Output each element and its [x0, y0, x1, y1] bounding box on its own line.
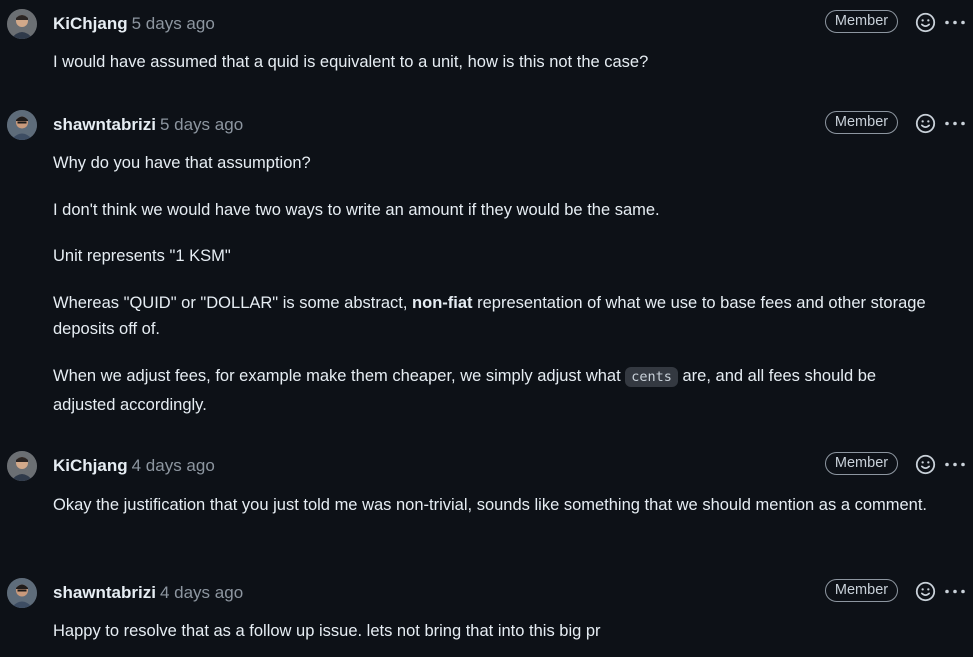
kebab-icon[interactable]: [944, 113, 966, 134]
smiley-icon[interactable]: [915, 581, 936, 602]
kebab-icon[interactable]: [944, 12, 966, 33]
comment-2: shawntabrizi 5 days ago Member Why do you…: [0, 110, 973, 414]
comment-header: KiChjang 5 days ago Member: [0, 9, 973, 39]
comment-header: KiChjang 4 days ago Member: [0, 451, 973, 481]
comment-timestamp[interactable]: 4 days ago: [160, 583, 243, 602]
member-badge: Member: [825, 579, 898, 602]
inline-code: cents: [625, 367, 678, 387]
smiley-icon[interactable]: [915, 113, 936, 134]
kebab-icon[interactable]: [944, 581, 966, 602]
comment-header: shawntabrizi 5 days ago Member: [0, 110, 973, 140]
member-badge: Member: [825, 111, 898, 134]
comment-text: Happy to resolve that as a follow up iss…: [53, 622, 601, 640]
comment-text: I would have assumed that a quid is equi…: [53, 53, 649, 71]
comment-timestamp[interactable]: 5 days ago: [160, 115, 243, 134]
comment-text: I don't think we would have two ways to …: [53, 201, 660, 219]
comment-3: KiChjang 4 days ago Member Okay the justi…: [0, 451, 973, 514]
comment-author[interactable]: shawntabrizi 4 days ago: [53, 580, 243, 606]
member-badge: Member: [825, 10, 898, 33]
comment-4: shawntabrizi 4 days ago Member Happy to r…: [0, 578, 973, 640]
avatar[interactable]: [7, 9, 37, 39]
comment-text: Unit represents "1 KSM": [53, 247, 231, 265]
comment-body: Happy to resolve that as a follow up iss…: [53, 619, 933, 644]
comment-author[interactable]: shawntabrizi 5 days ago: [53, 112, 243, 138]
comment-body: Okay the justification that you just tol…: [53, 492, 933, 518]
comment-timestamp[interactable]: 5 days ago: [132, 14, 215, 33]
comment-header: shawntabrizi 4 days ago Member: [0, 578, 973, 608]
smiley-icon[interactable]: [915, 454, 936, 475]
kebab-icon[interactable]: [944, 454, 966, 475]
avatar[interactable]: [7, 110, 37, 140]
avatar[interactable]: [7, 578, 37, 608]
smiley-icon[interactable]: [915, 12, 936, 33]
comment-author[interactable]: KiChjang 4 days ago: [53, 453, 215, 479]
bold-text: non-fiat: [412, 294, 473, 312]
avatar[interactable]: [7, 451, 37, 481]
comment-text: Why do you have that assumption?: [53, 154, 311, 172]
comment-1: KiChjang 5 days ago Member I would have a…: [0, 9, 973, 71]
comment-text: Whereas "QUID" or "DOLLAR" is some abstr…: [53, 294, 926, 338]
comment-author[interactable]: KiChjang 5 days ago: [53, 11, 215, 37]
comment-text: When we adjust fees, for example make th…: [53, 367, 877, 414]
comment-text: Okay the justification that you just tol…: [53, 496, 928, 514]
comment-body: I would have assumed that a quid is equi…: [53, 50, 933, 75]
member-badge: Member: [825, 452, 898, 475]
comment-timestamp[interactable]: 4 days ago: [132, 456, 215, 475]
